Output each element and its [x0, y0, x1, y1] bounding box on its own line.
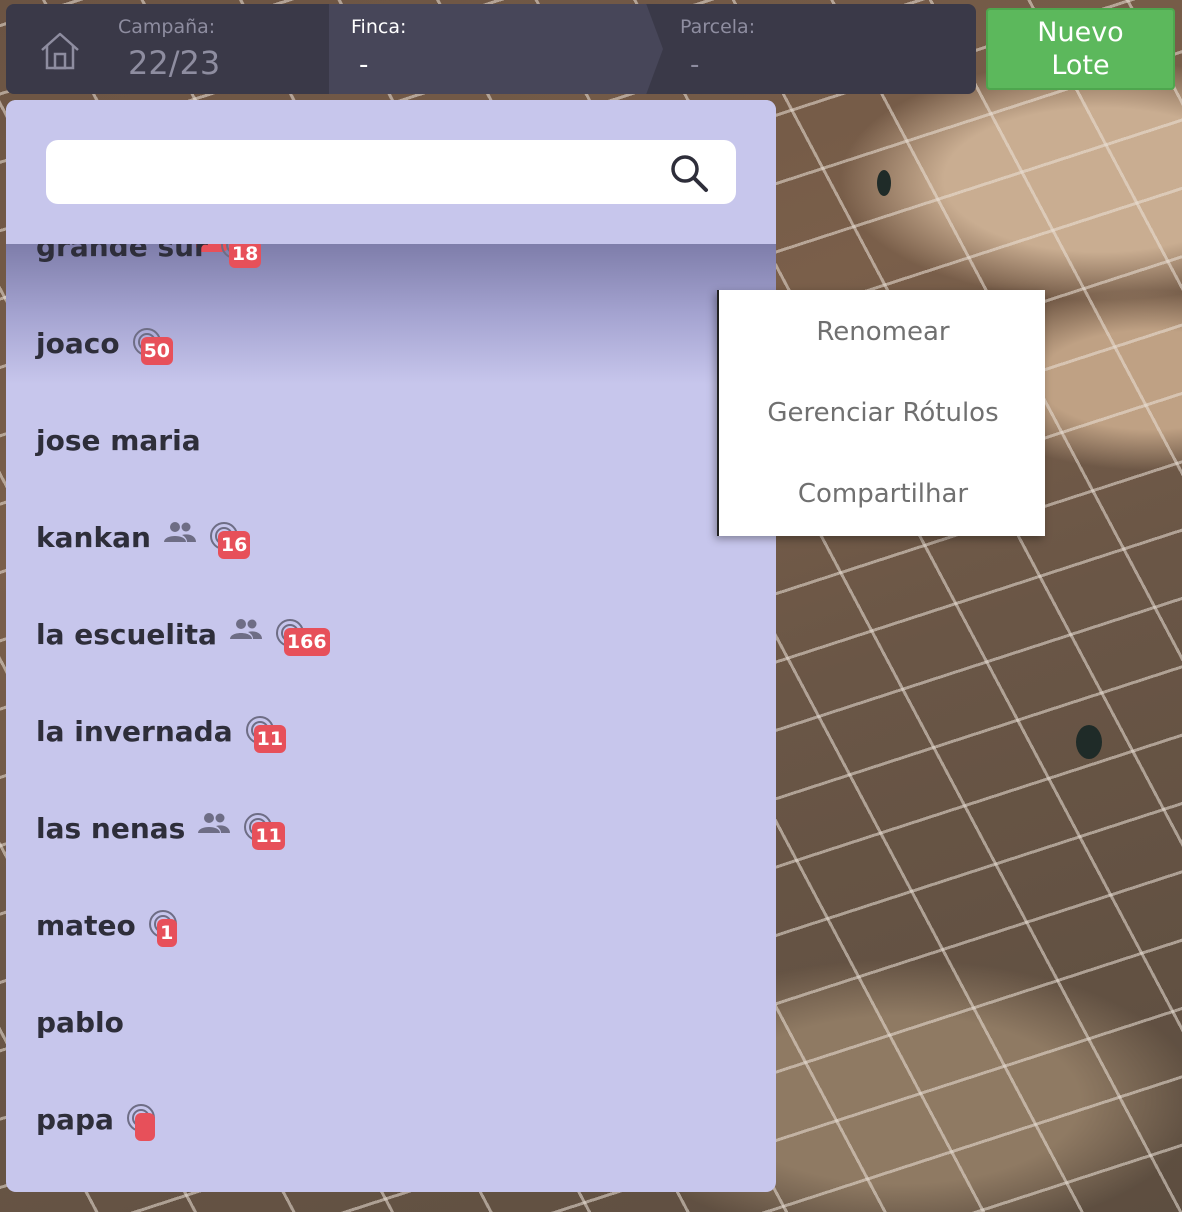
map-pond [1076, 725, 1102, 759]
lot-name: pablo [36, 1005, 124, 1039]
menu-item-share[interactable]: Compartilhar [719, 454, 1047, 534]
lot-list[interactable]: grande sur 18 joaco 50 jose maria kankan 16 la … [6, 230, 776, 1192]
target-icon: 16 [209, 521, 251, 559]
new-lot-button-line1: Nuevo [1037, 17, 1124, 48]
lot-name: joaco [36, 326, 120, 360]
farm-label: Finca: [351, 16, 407, 38]
list-item[interactable]: joaco 50 [36, 313, 174, 373]
target-icon: 11 [245, 715, 287, 753]
people-icon [229, 619, 262, 639]
plot-value: - [690, 50, 700, 80]
search-area [6, 100, 776, 244]
context-menu: Renomear Gerenciar Rótulos Compartilhar [717, 290, 1045, 536]
count-badge: 50 [140, 337, 174, 365]
search-icon[interactable] [668, 152, 710, 194]
people-icon [163, 522, 196, 542]
menu-item-rename[interactable]: Renomear [719, 292, 1047, 372]
search-input[interactable] [64, 150, 664, 194]
lot-name: las nenas [36, 811, 186, 845]
menu-item-manage-labels[interactable]: Gerenciar Rótulos [719, 373, 1047, 453]
lot-name: jose maria [36, 423, 201, 457]
home-icon [41, 32, 79, 70]
campaign-value: 22/23 [128, 44, 221, 82]
count-badge: 1 [156, 919, 177, 947]
new-lot-button-line2: Lote [1051, 50, 1110, 81]
target-icon: 11 [243, 812, 285, 850]
lots-panel: grande sur 18 joaco 50 jose maria kankan 16 la … [6, 100, 776, 1192]
target-icon: 50 [132, 327, 174, 365]
top-bar: Campaña: 22/23 Finca: - Parcela: - [6, 4, 976, 94]
map-pond [877, 170, 891, 196]
people-icon [198, 813, 231, 833]
list-item[interactable]: la escuelita 166 [36, 604, 330, 664]
count-badge: 11 [252, 822, 285, 850]
list-item[interactable]: la invernada 11 [36, 701, 287, 761]
count-badge: 166 [283, 628, 330, 656]
farm-selector[interactable]: Finca: - [329, 4, 663, 94]
list-item[interactable]: kankan 16 [36, 507, 251, 567]
new-lot-button[interactable]: Nuevo Lote [986, 8, 1175, 90]
target-icon: 166 [275, 618, 330, 656]
count-badge: 16 [217, 531, 251, 559]
lot-name: mateo [36, 908, 136, 942]
count-badge: 18 [228, 240, 262, 268]
lot-name: kankan [36, 520, 151, 554]
count-badge [134, 1113, 155, 1141]
list-item[interactable]: jose maria [36, 410, 201, 470]
list-item[interactable]: pablo [36, 992, 124, 1052]
list-item[interactable]: las nenas 11 [36, 798, 285, 858]
lot-name: la escuelita [36, 617, 217, 651]
farm-value: - [359, 50, 369, 80]
plot-selector[interactable]: Parcela: - [658, 4, 976, 94]
search-box [46, 140, 736, 204]
list-item[interactable]: mateo 1 [36, 895, 178, 955]
list-item[interactable]: papa [36, 1089, 156, 1149]
lot-name: la invernada [36, 714, 233, 748]
lot-name: papa [36, 1102, 114, 1136]
plot-label: Parcela: [680, 16, 756, 38]
target-icon: 1 [148, 909, 178, 947]
target-icon [126, 1103, 156, 1141]
home-button[interactable] [32, 26, 88, 76]
campaign-selector[interactable]: Campaña: 22/23 [96, 4, 330, 94]
campaign-label: Campaña: [118, 16, 216, 38]
count-badge: 11 [253, 725, 287, 753]
